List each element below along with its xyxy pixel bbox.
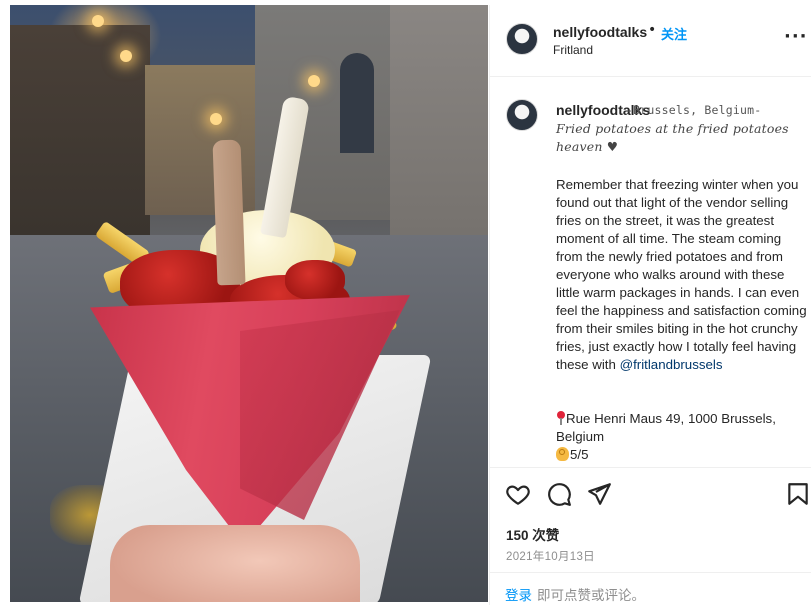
paper-plane-icon[interactable] xyxy=(586,481,612,507)
hand xyxy=(110,525,360,602)
separator-dot: • xyxy=(648,22,657,38)
post-photo xyxy=(10,5,488,602)
street-lamp xyxy=(92,15,104,27)
login-row: 登录 即可点赞或评论。 xyxy=(490,572,811,605)
caption-body: Remember that freezing winter when you f… xyxy=(556,176,811,374)
follow-button[interactable]: 关注 xyxy=(661,24,687,43)
church-window xyxy=(340,53,374,153)
likes-count[interactable]: 150 次赞 xyxy=(506,524,559,544)
post-panel: nellyfoodtalks • 关注 Fritland ··· nellyfo… xyxy=(489,5,811,605)
login-prompt-text: 即可点赞或评论。 xyxy=(537,588,645,603)
wooden-fork xyxy=(212,139,246,286)
caption-title: -Brussels, Belgium- xyxy=(626,103,762,117)
caption-subtitle: Fried potatoes at the fried potatoes hea… xyxy=(556,121,789,154)
location-link[interactable]: Fritland xyxy=(553,43,593,57)
building-right xyxy=(390,5,488,235)
ketchup xyxy=(285,260,345,300)
more-options-icon[interactable]: ··· xyxy=(784,26,808,47)
caption-rating: 5/5 xyxy=(556,446,589,464)
caption-address: Rue Henri Maus 49, 1000 Brussels, Belgiu… xyxy=(556,410,801,446)
street-lamp xyxy=(120,50,132,62)
ok-hand-icon xyxy=(556,447,569,461)
bookmark-icon[interactable] xyxy=(785,481,811,507)
rating-text: 5/5 xyxy=(570,447,589,462)
caption-text: Remember that freezing winter when you f… xyxy=(556,177,807,372)
avatar[interactable] xyxy=(506,23,538,55)
avatar[interactable] xyxy=(506,99,538,131)
login-link[interactable]: 登录 xyxy=(505,584,532,604)
address-text: Rue Henri Maus 49, 1000 Brussels, Belgiu… xyxy=(556,411,776,444)
post-header: nellyfoodtalks • 关注 Fritland ··· xyxy=(490,5,811,77)
post-date[interactable]: 2021年10月13日 xyxy=(506,548,595,564)
mention-link[interactable]: @fritlandbrussels xyxy=(620,357,723,372)
street-lamp xyxy=(210,113,222,125)
pin-icon xyxy=(556,411,565,425)
action-bar: 150 次赞 2021年10月13日 登录 即可点赞或评论。 xyxy=(490,467,811,605)
caption: nellyfoodtalks -Brussels, Belgium- Fried… xyxy=(490,78,811,468)
comment-icon[interactable] xyxy=(546,481,572,507)
username-link[interactable]: nellyfoodtalks xyxy=(553,24,647,40)
heart-icon[interactable] xyxy=(505,481,531,507)
street-lamp xyxy=(308,75,320,87)
